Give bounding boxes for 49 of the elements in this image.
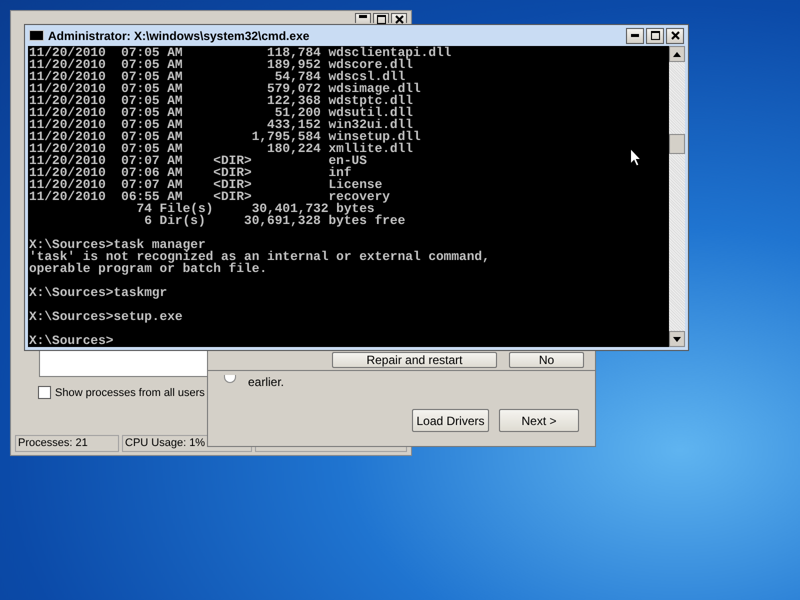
console-line: X:\Sources>task manager: [29, 239, 206, 251]
console-line: 11/20/2010 07:05 AM 1,795,584 winsetup.dll: [29, 131, 421, 143]
maximize-icon: [376, 15, 386, 24]
console-line: 11/20/2010 07:05 AM 122,368 wdstptc.dll: [29, 95, 413, 107]
console-icon: [29, 30, 44, 41]
maximize-button[interactable]: [646, 28, 664, 44]
status-bar-cell: Processes: 21: [15, 435, 119, 452]
minimize-button[interactable]: [355, 13, 371, 23]
minimize-button[interactable]: [626, 28, 644, 44]
close-button[interactable]: [666, 28, 684, 44]
scroll-thumb[interactable]: [669, 134, 685, 154]
console-line: 11/20/2010 06:55 AM <DIR> recovery: [29, 191, 390, 203]
console-line: 'task' is not recognized as an internal or external command,: [29, 251, 490, 263]
console-line: 74 File(s) 30,401,732 bytes: [136, 203, 375, 215]
console-line: 11/20/2010 07:05 AM 180,224 xmllite.dll: [29, 143, 413, 155]
console-line: 11/20/2010 07:05 AM 118,784 wdsclientapi.dll: [29, 47, 452, 59]
console-line: 11/20/2010 07:05 AM 54,784 wdscsl.dll: [29, 71, 406, 83]
window-title: Administrator: X:\windows\system32\cmd.exe: [48, 28, 310, 42]
console-line: X:\Sources>taskmgr: [29, 287, 168, 299]
close-button[interactable]: [391, 13, 407, 23]
maximize-icon: [650, 31, 660, 40]
console-line: X:\Sources>: [29, 335, 114, 347]
option-description: earlier.: [248, 375, 284, 389]
console-line: X:\Sources>setup.exe: [29, 311, 183, 323]
console-line: 11/20/2010 07:07 AM <DIR> License: [29, 179, 382, 191]
scroll-bar[interactable]: [669, 46, 685, 347]
minimize-icon: [359, 15, 367, 18]
dialog-button[interactable]: Next >: [499, 409, 579, 432]
console-line: 11/20/2010 07:07 AM <DIR> en-US: [29, 155, 367, 167]
console-line: 11/20/2010 07:05 AM 189,952 wdscore.dll: [29, 59, 413, 71]
radio-button[interactable]: [224, 375, 236, 383]
console-line: 11/20/2010 07:05 AM 433,152 win32ui.dll: [29, 119, 413, 131]
mouse-pointer-icon: [630, 148, 642, 167]
scroll-up-icon[interactable]: [669, 46, 685, 62]
close-icon: [394, 15, 404, 24]
checkbox[interactable]: [38, 386, 51, 399]
dialog-button[interactable]: No: [509, 352, 584, 368]
console-line: 6 Dir(s) 30,691,328 bytes free: [143, 215, 406, 227]
console-line: 11/20/2010 07:05 AM 51,200 wdsutil.dll: [29, 107, 413, 119]
dialog-button[interactable]: Repair and restart: [332, 352, 497, 368]
console-line: 11/20/2010 07:06 AM <DIR> inf: [29, 167, 352, 179]
checkbox-label[interactable]: Show processes from all users: [55, 386, 205, 398]
minimize-icon: [631, 34, 639, 37]
scroll-down-icon[interactable]: [669, 331, 685, 347]
dialog-button[interactable]: Load Drivers: [412, 409, 489, 432]
console-line: operable program or batch file.: [29, 263, 268, 275]
console-line: 11/20/2010 07:05 AM 579,072 wdsimage.dll: [29, 83, 421, 95]
maximize-button[interactable]: [373, 13, 389, 23]
close-icon: [670, 31, 680, 40]
